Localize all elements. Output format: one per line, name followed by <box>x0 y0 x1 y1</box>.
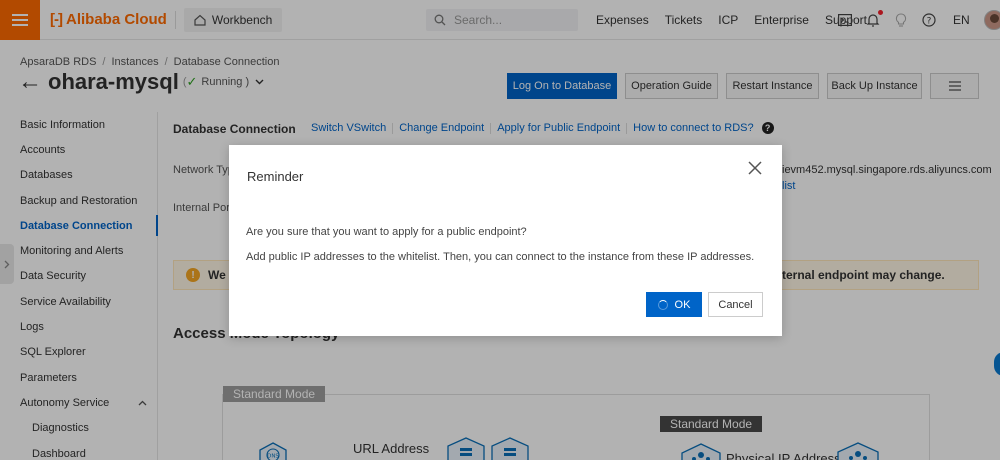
loading-spinner-icon <box>657 299 668 310</box>
dialog-description: Add public IP addresses to the whitelist… <box>246 251 755 263</box>
ok-button[interactable]: OK <box>646 292 702 317</box>
close-icon[interactable] <box>748 161 764 177</box>
reminder-dialog: Reminder Are you sure that you want to a… <box>229 145 782 336</box>
cancel-button[interactable]: Cancel <box>708 292 763 317</box>
ok-label: OK <box>674 298 691 311</box>
dialog-title: Reminder <box>247 169 304 184</box>
dialog-message: Are you sure that you want to apply for … <box>246 226 527 238</box>
